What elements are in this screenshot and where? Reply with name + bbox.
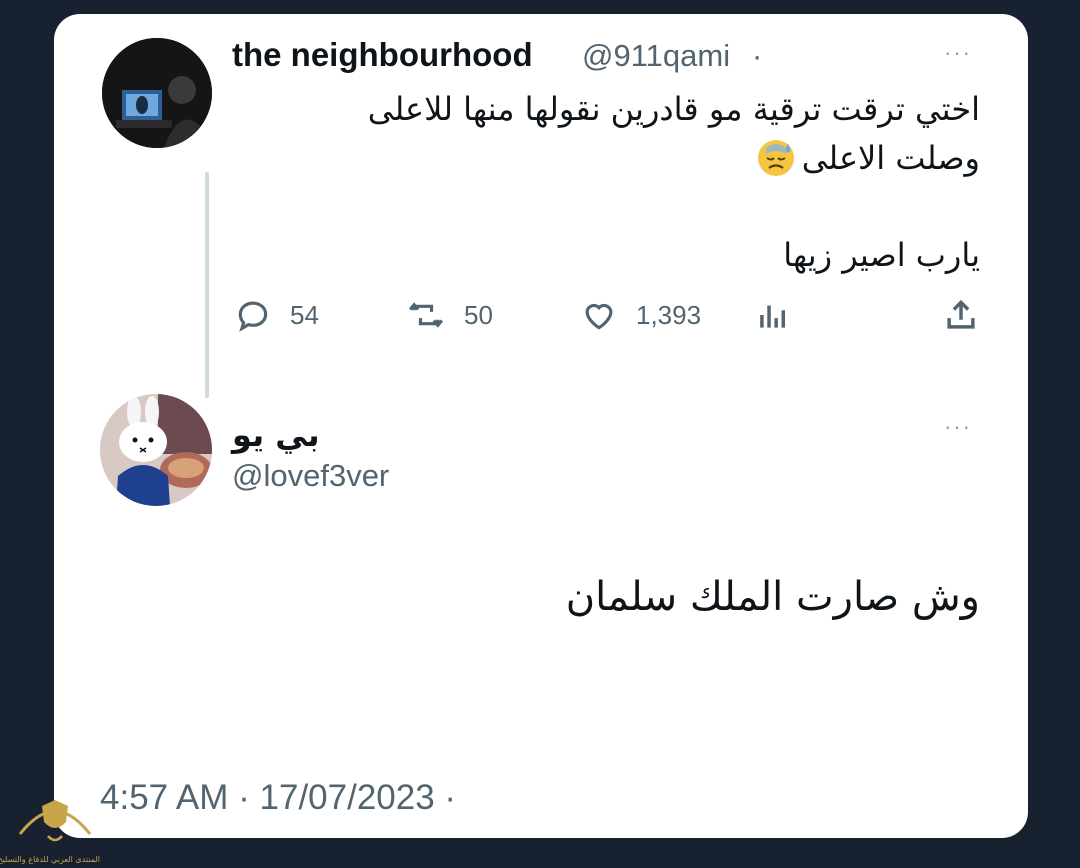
avatar-neighbourhood[interactable] xyxy=(102,38,212,148)
heart-icon xyxy=(585,303,613,330)
retweet-icon xyxy=(408,302,444,328)
tweet-timestamp[interactable]: 4:57 AM · 17/07/2023 · xyxy=(100,778,456,818)
retweet-count: 50 xyxy=(464,299,493,330)
share-action[interactable] xyxy=(942,296,998,334)
author-name[interactable]: the neighbourhood xyxy=(232,36,533,74)
tweet-text-line1: اختي ترقت ترقية مو قادرين نقولها منها لل… xyxy=(367,90,980,128)
author-handle[interactable]: @911qami xyxy=(582,38,730,74)
share-icon xyxy=(947,299,975,329)
tweet-text-line2-row: وصلت الاعلى xyxy=(594,138,980,178)
reply-action[interactable]: 54 xyxy=(234,296,319,334)
analytics-icon xyxy=(760,305,786,328)
reply-icon xyxy=(238,301,268,332)
thread-line xyxy=(205,172,209,398)
tweet-text-line3: يارب اصير زيها xyxy=(783,236,980,274)
sad-sweat-emoji-icon xyxy=(756,138,796,178)
reply-text: وش صارت الملك سلمان xyxy=(565,574,980,620)
tweet-text-line2: وصلت الاعلى xyxy=(801,139,980,177)
reply-author-name[interactable]: بي يو xyxy=(232,416,320,454)
avatar-lovef3ver[interactable] xyxy=(100,394,212,506)
watermark-text: المنتدى العربي للدفاع والتسليح xyxy=(0,855,100,864)
handle-separator: · xyxy=(752,38,763,73)
reply-count: 54 xyxy=(290,299,319,330)
like-action[interactable]: 1,393 xyxy=(580,296,701,334)
reply-more-options-icon[interactable]: ··· xyxy=(944,414,972,440)
more-options-icon[interactable]: ··· xyxy=(944,40,972,66)
retweet-action[interactable]: 50 xyxy=(406,296,493,334)
reply-author-handle[interactable]: @lovef3ver xyxy=(232,458,389,494)
screenshot-card: the neighbourhood @911qami · ··· اختي تر… xyxy=(54,14,1028,838)
forum-watermark-logo: المنتدى العربي للدفاع والتسليح xyxy=(0,792,100,868)
like-count: 1,393 xyxy=(636,299,702,330)
views-action[interactable] xyxy=(754,296,810,334)
